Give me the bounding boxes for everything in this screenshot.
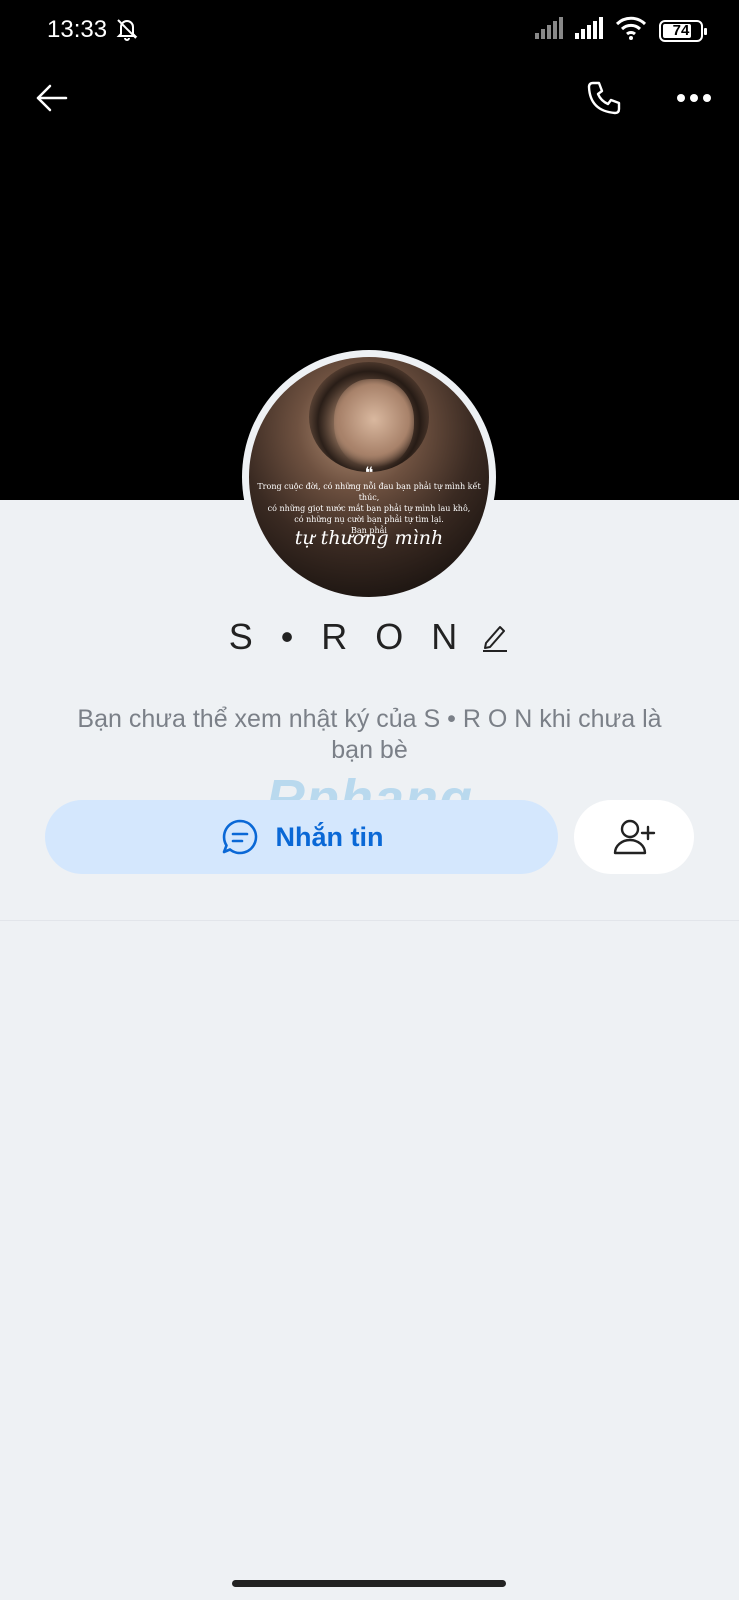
- privacy-notice: Bạn chưa thể xem nhật ký của S • R O N k…: [77, 705, 662, 764]
- edit-name-button[interactable]: [480, 621, 510, 653]
- avatar-ring: ❝ Trong cuộc đời, có những nỗi đau bạn p…: [242, 350, 496, 604]
- more-options-button[interactable]: [666, 70, 722, 126]
- battery-level: 74: [672, 22, 690, 39]
- status-bar: 13:33 74: [0, 0, 739, 60]
- arrow-left-icon: [36, 84, 68, 112]
- divider: [0, 920, 739, 921]
- profile-name-row: S • R O N: [0, 612, 739, 662]
- add-friend-button[interactable]: [574, 800, 694, 874]
- avatar-quote-line: có những nụ cười bạn phải tự tìm lại.: [294, 515, 444, 524]
- signal-icon: [535, 17, 563, 44]
- chat-bubble-icon: [222, 819, 257, 855]
- profile-name: S • R O N: [228, 616, 467, 657]
- status-time: 13:33: [47, 16, 108, 43]
- message-button[interactable]: Nhắn tin: [45, 800, 558, 874]
- avatar-quote-line: có những giọt nước mắt bạn phải tự mình …: [267, 504, 471, 513]
- add-user-icon: [613, 819, 656, 855]
- mute-bell-icon: [114, 16, 140, 47]
- avatar-quote: ❝ Trong cuộc đời, có những nỗi đau bạn p…: [249, 465, 489, 536]
- call-button[interactable]: [576, 70, 632, 126]
- back-button[interactable]: [24, 70, 80, 126]
- home-indicator[interactable]: [232, 1580, 506, 1587]
- battery-icon: 74: [659, 19, 707, 42]
- more-horizontal-icon: [677, 94, 711, 102]
- avatar-quote-line: Trong cuộc đời, có những nỗi đau bạn phả…: [257, 482, 481, 502]
- avatar-signature: tự thương mình: [294, 527, 444, 549]
- message-button-label: Nhắn tin: [275, 821, 384, 852]
- pencil-icon: [483, 626, 508, 652]
- wifi-icon: [615, 16, 647, 45]
- signal-icon: [575, 17, 603, 44]
- avatar[interactable]: ❝ Trong cuộc đời, có những nỗi đau bạn p…: [249, 357, 489, 597]
- top-nav: [0, 70, 739, 126]
- phone-icon: [587, 81, 621, 115]
